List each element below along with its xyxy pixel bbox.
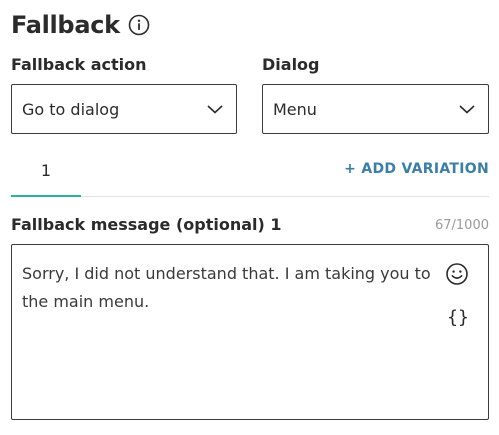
dialog-select[interactable]: Menu	[262, 84, 489, 134]
dialog-label: Dialog	[262, 55, 320, 74]
character-counter: 67/1000	[434, 218, 489, 233]
fallback-message-input[interactable]: Sorry, I did not understand that. I am t…	[11, 244, 489, 420]
smiley-icon[interactable]	[444, 261, 470, 287]
page-title: Fallback	[11, 11, 120, 39]
title-row: Fallback	[11, 8, 150, 42]
fallback-action-label: Fallback action	[11, 55, 147, 74]
fallback-message-label: Fallback message (optional) 1	[11, 215, 282, 234]
chevron-down-icon	[458, 103, 476, 115]
fallback-panel: Fallback Fallback action Go to dialog Di…	[0, 0, 499, 435]
tab-variation-1[interactable]: 1	[11, 150, 81, 196]
add-variation-button[interactable]: + ADD VARIATION	[344, 161, 489, 177]
fallback-action-select[interactable]: Go to dialog	[11, 84, 237, 134]
fallback-action-value: Go to dialog	[22, 99, 120, 119]
insert-variable-button[interactable]: {}	[444, 303, 472, 331]
chevron-down-icon	[206, 103, 224, 115]
tab-label: 1	[40, 161, 52, 180]
variation-tabs: 1 + ADD VARIATION	[11, 150, 489, 197]
active-tab-indicator	[11, 195, 81, 197]
dialog-value: Menu	[273, 99, 317, 119]
info-icon[interactable]	[128, 14, 150, 36]
